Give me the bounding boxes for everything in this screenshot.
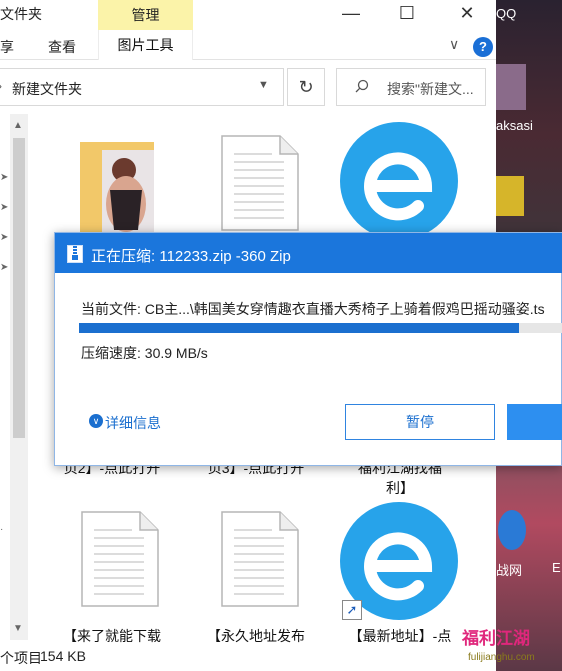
address-path[interactable]: 新建文件夹 [12,79,82,99]
file-label: 【永久地址发布 [207,628,305,644]
minimize-button[interactable]: — [322,0,380,28]
address-history-chevron-icon[interactable]: ▼ [258,79,269,91]
image-thumbnail[interactable] [80,142,154,234]
navigation-pane: ➤ ➤ ➤ ➤ · [0,114,10,644]
tab-picture-tools[interactable]: 图片工具 [98,30,193,60]
address-left-arrow-icon: › [0,79,2,93]
status-item-count: 个项目 [0,650,42,666]
maximize-button[interactable]: ☐ [378,0,436,28]
e-logo-icon [364,152,433,221]
refresh-button[interactable]: ↻ [287,68,325,106]
browser-e-icon[interactable] [340,122,458,240]
ribbon-expand-icon[interactable]: ∨ [449,36,459,53]
pin-icon: ➤ [0,262,9,273]
desktop-app-label-2: E [552,560,561,575]
manage-tab[interactable]: 管理 [98,0,193,30]
search-input[interactable]: 搜索"新建文... [336,68,486,106]
dialog-title: 正在压缩: 112233.zip -360 Zip [91,248,291,265]
pin-icon: ➤ [0,232,9,243]
tab-view[interactable]: 查看 [48,37,76,57]
help-icon[interactable]: ? [473,37,493,57]
compress-speed-text: 压缩速度: 30.9 MB/s [81,345,208,361]
tab-share[interactable]: 享 [0,37,14,57]
file-label: 利】 [386,480,414,496]
ribbon: 享 查看 图片工具 ∨ [0,30,496,60]
pin-icon: ➤ [0,172,9,183]
cancel-button[interactable] [507,404,562,440]
nav-item-marker: · [0,524,4,535]
watermark-url: fulijianghu.com [468,652,535,663]
close-button[interactable]: ✕ [438,0,496,28]
vertical-scrollbar[interactable]: ▲ ▼ [10,114,28,640]
watermark-logo: 福利江湖 [462,629,530,648]
scroll-up-icon[interactable]: ▲ [13,120,23,131]
pin-icon: ➤ [0,202,9,213]
document-icon[interactable] [80,510,160,608]
title-bar: 文件夹 管理 — ☐ ✕ [0,0,496,30]
search-placeholder: 搜索"新建文... [387,81,474,97]
desktop-app-label: 战网 [496,563,523,578]
chevron-down-icon[interactable]: ∨ [89,414,103,428]
current-file-text: 当前文件: CB主...\韩国美女穿情趣衣直播大秀椅子上骑着假鸡巴摇动骚姿.ts [81,301,545,317]
document-icon[interactable] [220,134,300,232]
search-icon [355,79,369,93]
zip-icon [67,245,83,263]
pause-button[interactable]: 暂停 [345,404,495,440]
compress-progress-dialog: 正在压缩: 112233.zip -360 Zip 当前文件: CB主...\韩… [54,232,562,466]
shortcut-arrow-icon: ➚ [342,600,362,620]
battlenet-icon[interactable] [498,510,526,550]
desktop-qq-label: QQ [496,6,517,21]
window-title: 文件夹 [0,6,42,22]
file-label: 【最新地址】-点 [348,628,452,644]
progress-bar [79,323,562,333]
desktop-app-icon[interactable] [496,64,526,110]
scroll-down-icon[interactable]: ▼ [13,623,23,634]
desktop-game-icon[interactable] [496,176,524,216]
progress-bar-fill [79,323,520,333]
file-label: 【来了就能下载 [63,628,161,644]
scroll-thumb[interactable] [13,138,25,438]
document-icon[interactable] [220,510,300,608]
photo-thumbnail-icon [80,142,154,234]
status-size: 154 KB [40,648,86,664]
dialog-header[interactable]: 正在压缩: 112233.zip -360 Zip [55,233,562,273]
address-bar[interactable]: › 新建文件夹 ▼ [0,68,284,106]
status-bar: 个项目 154 KB [0,644,496,671]
desktop-user-label: aksasi [496,118,533,133]
details-link[interactable]: 详细信息 [105,413,161,433]
